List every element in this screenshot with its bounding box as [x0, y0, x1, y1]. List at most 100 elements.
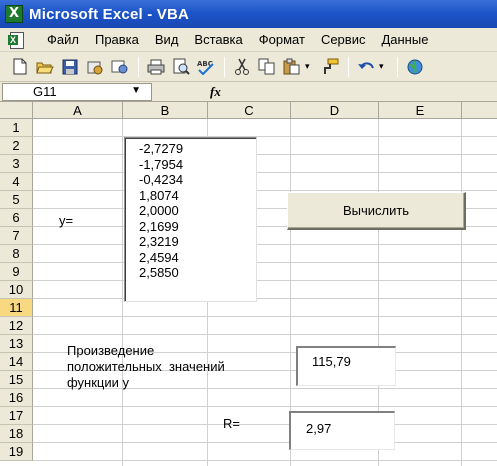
select-all-corner[interactable]	[0, 102, 33, 119]
row-header-10[interactable]: 10	[0, 281, 33, 299]
spelling-icon[interactable]: ABC	[194, 56, 217, 78]
open-icon[interactable]	[33, 56, 56, 78]
menu-insert[interactable]: Вставка	[187, 29, 251, 51]
menu-format[interactable]: Формат	[252, 29, 314, 51]
row-header-19[interactable]: 19	[0, 443, 33, 461]
row-header-4[interactable]: 4	[0, 173, 33, 191]
undo-dropdown-icon[interactable]: ▾	[379, 61, 388, 72]
excel-app-icon[interactable]	[5, 5, 23, 23]
column-header-e[interactable]: E	[379, 102, 462, 119]
menu-bar: Файл Правка Вид Вставка Формат Сервис Да…	[0, 28, 497, 52]
list-item[interactable]: 2,3219	[139, 234, 256, 250]
row-header-16[interactable]: 16	[0, 389, 33, 407]
name-box[interactable]: G11 ▼	[2, 82, 152, 101]
toolbar-separator	[138, 56, 139, 77]
list-item[interactable]: -2,7279	[139, 141, 256, 157]
product-label-line-3: функции y	[67, 375, 129, 390]
name-box-value: G11	[33, 84, 57, 99]
formula-input[interactable]	[229, 83, 497, 101]
workbook-icon[interactable]	[8, 31, 26, 49]
print-preview-icon[interactable]	[169, 56, 192, 78]
row-header-8[interactable]: 8	[0, 245, 33, 263]
r-result-value: 2,97	[306, 421, 332, 436]
row-header-5[interactable]: 5	[0, 191, 33, 209]
gridline	[33, 298, 497, 299]
product-label: Произведение положительных значений функ…	[67, 343, 225, 391]
row-header-15[interactable]: 15	[0, 371, 33, 389]
row-header-11[interactable]: 11	[0, 299, 33, 317]
gridline	[33, 334, 497, 335]
menu-data[interactable]: Данные	[374, 29, 437, 51]
gridline	[33, 316, 497, 317]
hyperlink-icon[interactable]	[403, 56, 426, 78]
menu-file[interactable]: Файл	[40, 29, 88, 51]
formula-bar: G11 ▼ fx	[0, 82, 497, 102]
gridline	[33, 406, 497, 407]
list-item[interactable]: 2,0000	[139, 203, 256, 219]
row-header-12[interactable]: 12	[0, 317, 33, 335]
permission-icon[interactable]	[83, 56, 106, 78]
gridline	[33, 136, 497, 137]
gridline	[33, 172, 497, 173]
row-header-18[interactable]: 18	[0, 425, 33, 443]
column-header-c[interactable]: C	[208, 102, 291, 119]
gridline	[33, 190, 497, 191]
paste-dropdown-icon[interactable]: ▾	[305, 61, 314, 72]
column-header-a[interactable]: A	[33, 102, 123, 119]
menu-tools[interactable]: Сервис	[314, 29, 375, 51]
row-header-7[interactable]: 7	[0, 227, 33, 245]
y-values-listbox[interactable]: -2,7279 -1,7954 -0,4234 1,8074 2,0000 2,…	[124, 137, 257, 302]
gridline	[33, 154, 497, 155]
product-result-value: 115,79	[312, 354, 351, 369]
row-header-3[interactable]: 3	[0, 155, 33, 173]
row-header-9[interactable]: 9	[0, 263, 33, 281]
toolbar-separator	[224, 56, 225, 77]
standard-toolbar: ABC ▾ ▾	[0, 52, 497, 82]
gridline	[33, 244, 497, 245]
column-header-d[interactable]: D	[291, 102, 379, 119]
copy-icon[interactable]	[255, 56, 278, 78]
new-icon[interactable]	[8, 56, 31, 78]
column-header-b[interactable]: B	[123, 102, 208, 119]
name-box-dropdown-icon[interactable]: ▼	[131, 85, 141, 96]
column-header-f[interactable]	[462, 102, 497, 119]
format-painter-icon[interactable]	[318, 56, 341, 78]
row-header-6[interactable]: 6	[0, 209, 33, 227]
row-header-14[interactable]: 14	[0, 353, 33, 371]
gridline	[33, 280, 497, 281]
list-item[interactable]: -0,4234	[139, 172, 256, 188]
list-item[interactable]: 2,4594	[139, 250, 256, 266]
window-title: Microsoft Excel - VBA	[29, 5, 190, 23]
title-bar: Microsoft Excel - VBA	[0, 0, 497, 28]
r-result-textbox[interactable]: 2,97	[289, 411, 395, 450]
gridline	[33, 262, 497, 263]
undo-icon[interactable]	[354, 56, 377, 78]
gridline	[33, 442, 497, 443]
list-item[interactable]: 2,5850	[139, 265, 256, 281]
save-icon[interactable]	[58, 56, 81, 78]
email-icon[interactable]	[108, 56, 131, 78]
product-result-textbox[interactable]: 115,79	[296, 346, 396, 386]
row-header-17[interactable]: 17	[0, 407, 33, 425]
toolbar-separator	[348, 56, 349, 77]
product-label-line-1: Произведение	[67, 343, 155, 358]
row-header-13[interactable]: 13	[0, 335, 33, 353]
row-header-1[interactable]: 1	[0, 119, 33, 137]
print-icon[interactable]	[144, 56, 167, 78]
r-label: R=	[223, 416, 240, 431]
row-header-2[interactable]: 2	[0, 137, 33, 155]
product-label-line-2: положительных значений	[67, 359, 225, 374]
menu-view[interactable]: Вид	[148, 29, 188, 51]
cut-icon[interactable]	[230, 56, 253, 78]
list-item[interactable]: 2,1699	[139, 219, 256, 235]
menu-edit[interactable]: Правка	[88, 29, 148, 51]
y-label: y=	[59, 213, 74, 228]
gridline	[33, 460, 497, 461]
list-item[interactable]: -1,7954	[139, 157, 256, 173]
calculate-button[interactable]: Вычислить	[287, 192, 466, 230]
list-item[interactable]: 1,8074	[139, 188, 256, 204]
toolbar-separator	[397, 56, 398, 77]
fx-label[interactable]: fx	[210, 84, 221, 100]
gridline	[33, 424, 497, 425]
paste-icon[interactable]	[280, 56, 303, 78]
